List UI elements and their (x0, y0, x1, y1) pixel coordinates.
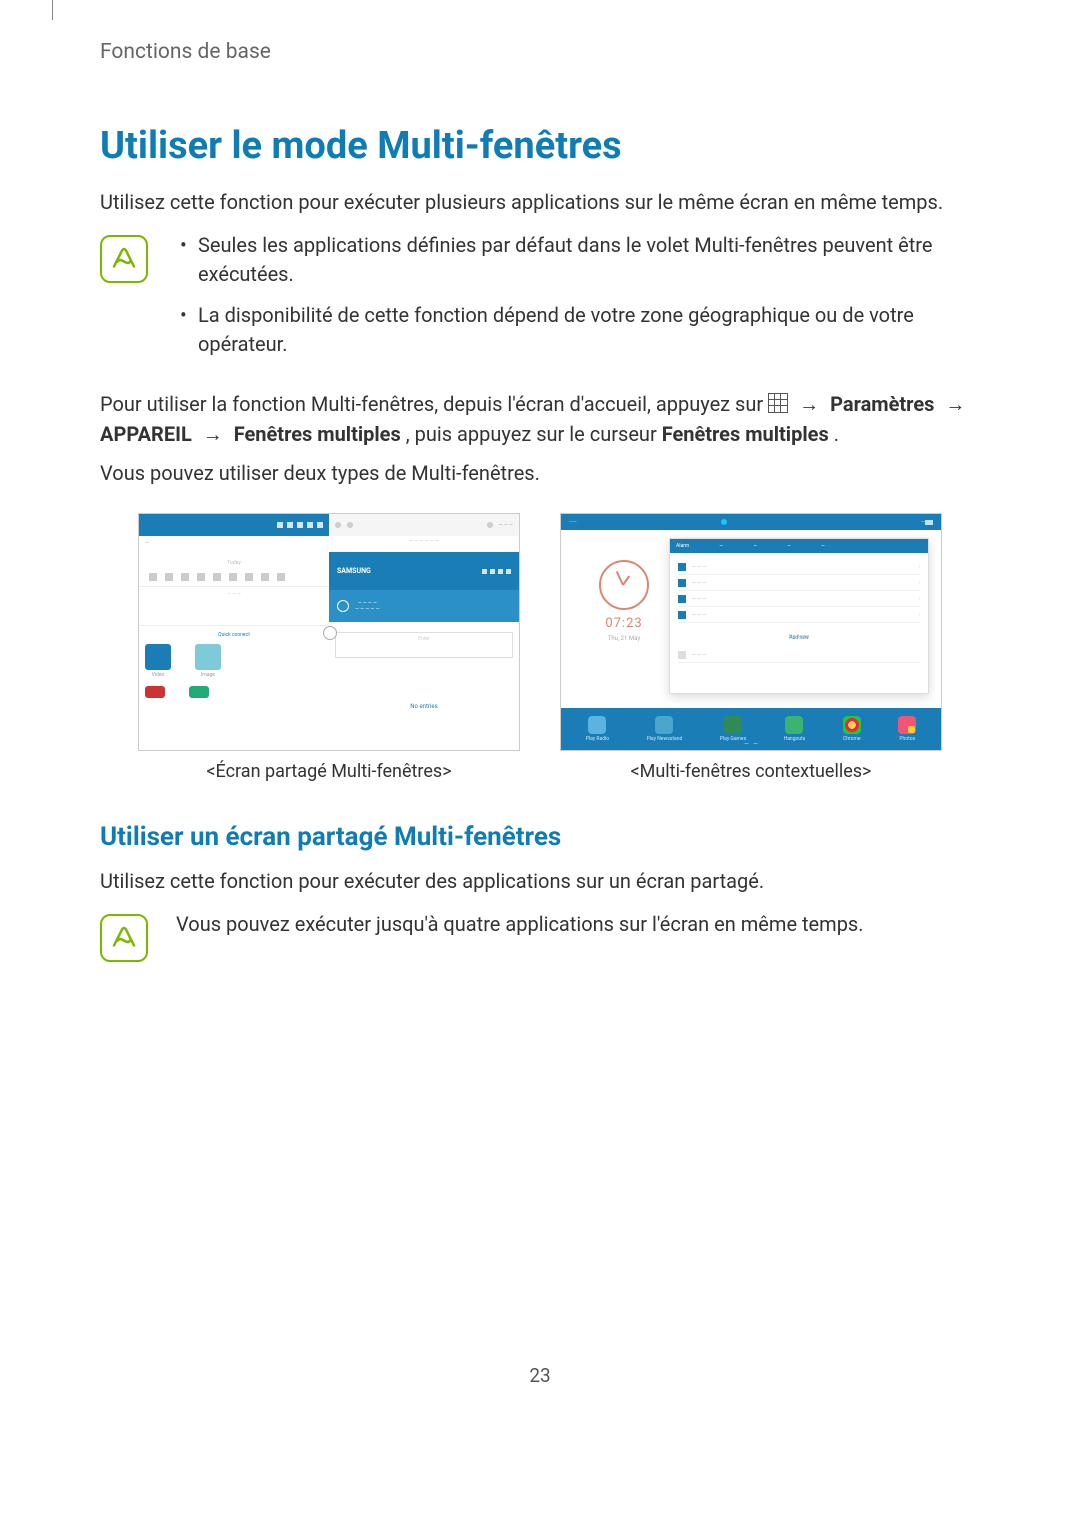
fig2-no-items: No items (670, 634, 928, 640)
instr-end: . (834, 422, 839, 446)
intro-paragraph: Utilisez cette fonction pour exécuter pl… (100, 188, 980, 217)
page-number: 23 (0, 1364, 1080, 1387)
section-subtitle: Utiliser un écran partagé Multi-fenêtres (100, 822, 980, 852)
arrow-2: → (945, 392, 965, 416)
split-handle-icon (323, 626, 337, 640)
page-corner-rule (52, 0, 53, 20)
fig2-date: Thu, 21 May (579, 635, 669, 642)
caption-right: <Multi-fenêtres contextuelles> (560, 761, 942, 782)
instr-lead: Pour utiliser la fonction Multi-fenêtres… (100, 392, 768, 416)
note1-item-1: La disponibilité de cette fonction dépen… (198, 301, 980, 359)
instr-appareil: APPAREIL (100, 422, 192, 446)
figure-split-screen: ― Today ― ― ― Quick connect Video Image (138, 513, 520, 751)
two-types-paragraph: Vous pouvez utiliser deux types de Multi… (100, 459, 980, 488)
instruction-paragraph: Pour utiliser la fonction Multi-fenêtres… (100, 389, 980, 449)
instr-param: Paramètres (830, 392, 934, 416)
arrow-1: → (799, 392, 824, 416)
arrow-3: → (203, 422, 228, 446)
section-header: Fonctions de base (100, 40, 980, 64)
note1-item-0: Seules les applications définies par déf… (198, 231, 980, 289)
apps-grid-icon (768, 393, 788, 413)
page-title: Utiliser le mode Multi-fenêtres (100, 124, 980, 168)
clock-icon (599, 560, 649, 610)
fig2-time: 07:23 (579, 616, 669, 631)
p2: Utilisez cette fonction pour exécuter de… (100, 867, 980, 896)
note2-text: Vous pouvez exécuter jusqu'à quatre appl… (176, 910, 980, 939)
instr-fm1: Fenêtres multiples (234, 422, 401, 446)
figure-popup-window: ――― 07:23 Thu, 21 May Alarm―――― ― ― ―› ―… (560, 513, 942, 751)
instr-mid: , puis appuyez sur le curseur (406, 422, 662, 446)
figures-row: ― Today ― ― ― Quick connect Video Image (100, 513, 980, 782)
note-block-2: Vous pouvez exécuter jusqu'à quatre appl… (100, 910, 980, 962)
note-block-1: Seules les applications définies par déf… (100, 231, 980, 371)
instr-fm2: Fenêtres multiples (662, 422, 829, 446)
caption-left: <Écran partagé Multi-fenêtres> (138, 761, 520, 782)
note-icon (100, 235, 148, 283)
note-icon (100, 914, 148, 962)
